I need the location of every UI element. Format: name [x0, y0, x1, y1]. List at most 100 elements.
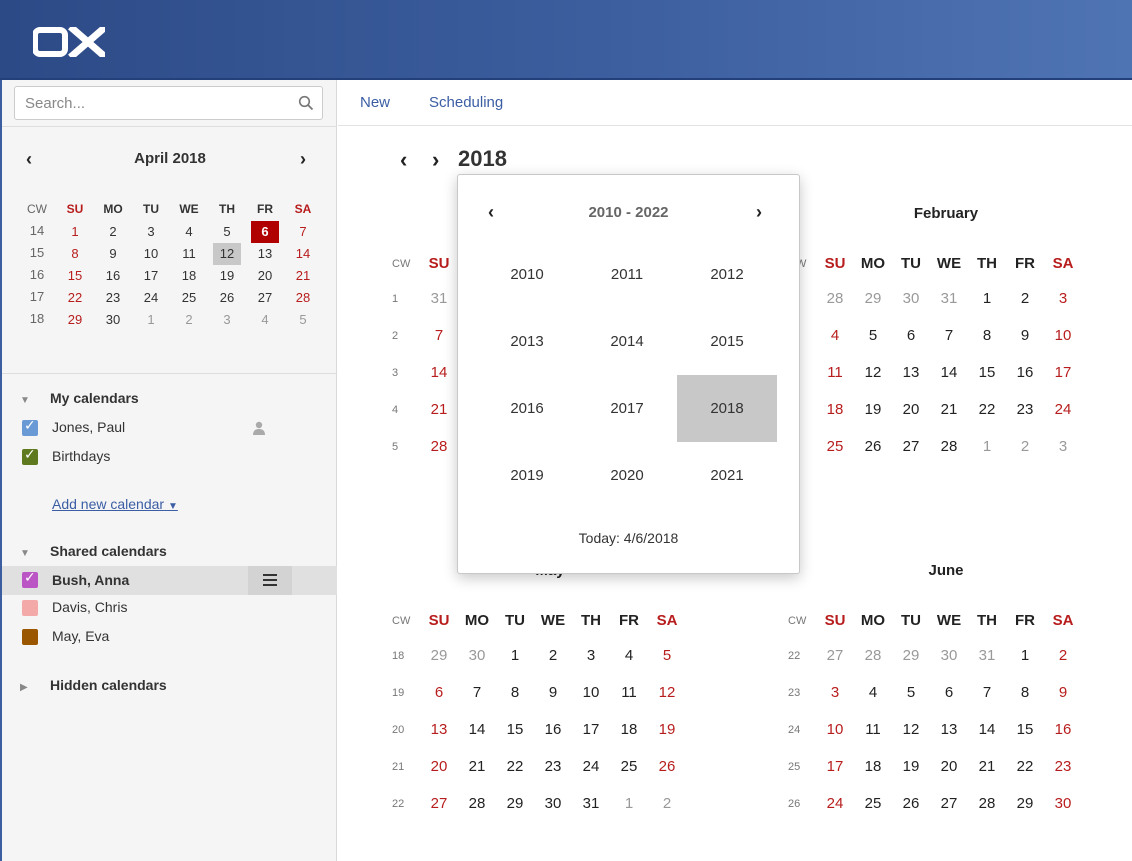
day-cell[interactable]: 31 — [930, 289, 968, 309]
day-cell[interactable]: 1 — [610, 794, 648, 814]
day-cell[interactable]: 4 — [854, 683, 892, 703]
day-cell[interactable]: 31 — [572, 794, 610, 814]
day-cell[interactable]: 18 — [816, 400, 854, 420]
day-cell[interactable]: 23 — [1006, 400, 1044, 420]
day-cell[interactable]: 11 — [854, 720, 892, 740]
day-cell[interactable]: 2 — [648, 794, 686, 814]
year-option[interactable]: 2020 — [577, 442, 677, 509]
day-cell[interactable]: 21 — [284, 265, 322, 285]
day-cell[interactable]: 1 — [132, 309, 170, 329]
expanded-caret-icon[interactable]: ▼ — [20, 395, 50, 406]
next-decade-icon[interactable]: › — [756, 202, 762, 222]
day-cell[interactable]: 10 — [572, 683, 610, 703]
day-cell[interactable]: 2 — [534, 646, 572, 666]
day-cell[interactable]: 27 — [420, 794, 458, 814]
day-cell[interactable]: 26 — [208, 287, 246, 307]
day-cell[interactable]: 11 — [610, 683, 648, 703]
day-cell[interactable]: 27 — [930, 794, 968, 814]
day-cell[interactable]: 4 — [816, 326, 854, 346]
day-cell[interactable]: 6 — [930, 683, 968, 703]
day-cell[interactable]: 28 — [284, 287, 322, 307]
day-cell[interactable]: 13 — [892, 363, 930, 383]
year-option[interactable]: 2011 — [577, 241, 677, 308]
calendar-checkbox[interactable] — [22, 629, 38, 645]
day-cell[interactable]: 11 — [170, 243, 208, 263]
day-cell[interactable]: 5 — [854, 326, 892, 346]
day-cell[interactable]: 6 — [246, 221, 284, 243]
day-cell[interactable]: 12 — [208, 243, 246, 265]
day-cell[interactable]: 16 — [534, 720, 572, 740]
day-cell[interactable]: 2 — [94, 221, 132, 241]
day-cell[interactable]: 21 — [420, 400, 458, 420]
search-icon[interactable] — [298, 95, 314, 111]
year-option[interactable]: 2016 — [477, 375, 577, 442]
calendar-item-jones-paul[interactable]: ✓ Jones, Paul — [0, 415, 337, 442]
scheduling-button[interactable]: Scheduling — [429, 94, 503, 111]
day-cell[interactable]: 5 — [892, 683, 930, 703]
day-cell[interactable]: 15 — [1006, 720, 1044, 740]
day-cell[interactable]: 24 — [816, 794, 854, 814]
day-cell[interactable]: 8 — [1006, 683, 1044, 703]
day-cell[interactable]: 11 — [816, 363, 854, 383]
calendar-item-bush-anna[interactable]: ✓ Bush, Anna — [0, 566, 337, 595]
day-cell[interactable]: 21 — [458, 757, 496, 777]
day-cell[interactable]: 9 — [1006, 326, 1044, 346]
day-cell[interactable]: 25 — [854, 794, 892, 814]
ox-logo[interactable] — [33, 27, 105, 57]
day-cell[interactable]: 22 — [968, 400, 1006, 420]
day-cell[interactable]: 3 — [572, 646, 610, 666]
day-cell[interactable]: 17 — [572, 720, 610, 740]
search-box[interactable] — [14, 86, 323, 120]
day-cell[interactable]: 19 — [892, 757, 930, 777]
day-cell[interactable]: 17 — [1044, 363, 1082, 383]
day-cell[interactable]: 19 — [648, 720, 686, 740]
day-cell[interactable]: 21 — [968, 757, 1006, 777]
day-cell[interactable]: 27 — [892, 437, 930, 457]
day-cell[interactable]: 22 — [56, 287, 94, 307]
day-cell[interactable]: 8 — [496, 683, 534, 703]
day-cell[interactable]: 21 — [930, 400, 968, 420]
day-cell[interactable]: 14 — [458, 720, 496, 740]
day-cell[interactable]: 12 — [854, 363, 892, 383]
my-calendars-heading[interactable]: ▼ My calendars — [20, 390, 139, 406]
day-cell[interactable]: 7 — [968, 683, 1006, 703]
day-cell[interactable]: 12 — [892, 720, 930, 740]
day-cell[interactable]: 4 — [610, 646, 648, 666]
day-cell[interactable]: 29 — [496, 794, 534, 814]
search-input[interactable] — [25, 93, 285, 113]
day-cell[interactable]: 30 — [892, 289, 930, 309]
day-cell[interactable]: 28 — [854, 646, 892, 666]
day-cell[interactable]: 15 — [968, 363, 1006, 383]
year-option[interactable]: 2010 — [477, 241, 577, 308]
prev-year-icon[interactable]: ‹ — [400, 149, 407, 171]
day-cell[interactable]: 7 — [930, 326, 968, 346]
day-cell[interactable]: 14 — [284, 243, 322, 263]
day-cell[interactable]: 1 — [496, 646, 534, 666]
next-year-icon[interactable]: › — [432, 149, 439, 171]
day-cell[interactable]: 27 — [246, 287, 284, 307]
day-cell[interactable]: 30 — [458, 646, 496, 666]
day-cell[interactable]: 17 — [132, 265, 170, 285]
day-cell[interactable]: 2 — [1044, 646, 1082, 666]
day-cell[interactable]: 18 — [854, 757, 892, 777]
day-cell[interactable]: 31 — [968, 646, 1006, 666]
day-cell[interactable]: 23 — [1044, 757, 1082, 777]
day-cell[interactable]: 25 — [610, 757, 648, 777]
day-cell[interactable]: 26 — [892, 794, 930, 814]
year-option[interactable]: 2019 — [477, 442, 577, 509]
day-cell[interactable]: 16 — [1044, 720, 1082, 740]
day-cell[interactable]: 1 — [968, 437, 1006, 457]
day-cell[interactable]: 5 — [648, 646, 686, 666]
day-cell[interactable]: 10 — [816, 720, 854, 740]
day-cell[interactable]: 2 — [170, 309, 208, 329]
day-cell[interactable]: 29 — [892, 646, 930, 666]
day-cell[interactable]: 19 — [208, 265, 246, 285]
day-cell[interactable]: 23 — [534, 757, 572, 777]
day-cell[interactable]: 13 — [420, 720, 458, 740]
calendar-item-davis-chris[interactable]: Davis, Chris — [0, 595, 337, 622]
calendar-item-may-eva[interactable]: May, Eva — [0, 624, 337, 651]
day-cell[interactable]: 9 — [1044, 683, 1082, 703]
day-cell[interactable]: 28 — [420, 437, 458, 457]
day-cell[interactable]: 17 — [816, 757, 854, 777]
mini-calendar-title[interactable]: April 2018 — [80, 150, 260, 167]
